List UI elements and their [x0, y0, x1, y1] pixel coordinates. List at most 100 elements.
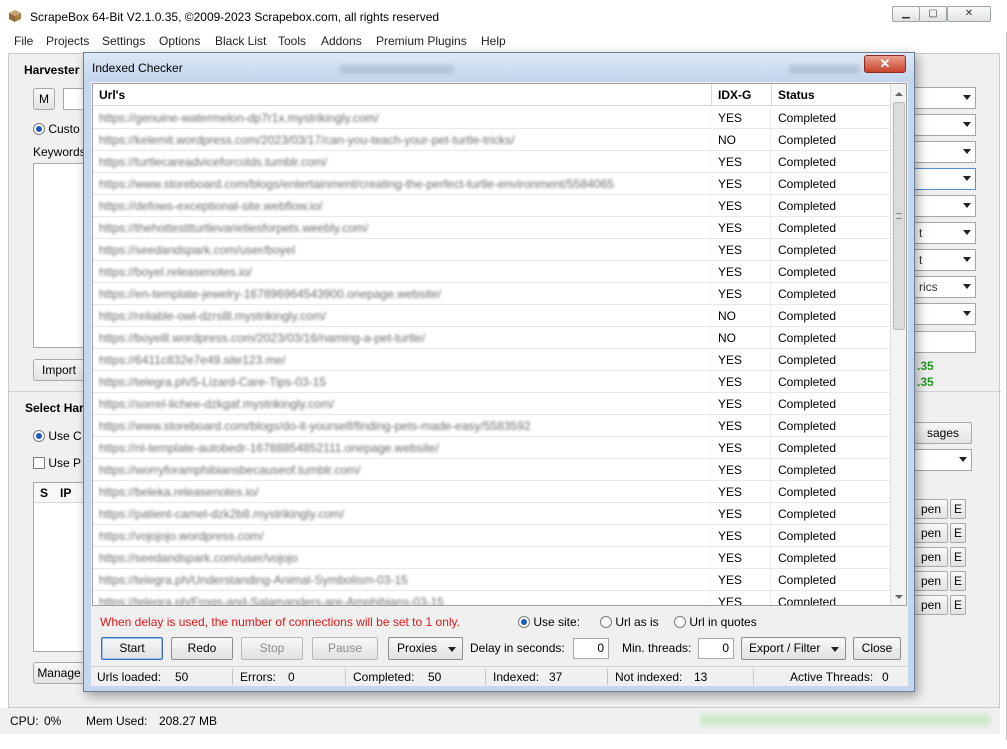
- m-button[interactable]: M: [33, 88, 55, 110]
- stop-button[interactable]: Stop: [241, 637, 303, 660]
- start-button[interactable]: Start: [101, 637, 163, 660]
- results-grid[interactable]: Url's IDX-G Status https://genuine-water…: [92, 83, 907, 606]
- table-row[interactable]: https://seedandspark.com/user/vojojo YES C…: [93, 547, 890, 569]
- column-header-url[interactable]: Url's: [93, 84, 712, 106]
- use-site-radio[interactable]: [518, 616, 530, 628]
- menu-black-list[interactable]: Black List: [215, 34, 266, 48]
- min-threads-input[interactable]: 0: [698, 638, 734, 659]
- table-row[interactable]: https://telegra.ph/5-Lizard-Care-Tips-03…: [93, 371, 890, 393]
- dialog-close-button[interactable]: ✕: [864, 55, 906, 73]
- table-row[interactable]: https://telegra.ph/Understanding-Animal-…: [93, 569, 890, 591]
- status-separator: [753, 669, 754, 685]
- open-button-1[interactable]: pen: [914, 499, 948, 519]
- table-row[interactable]: https://thehottesttturtlevarietiesforpet…: [93, 217, 890, 239]
- status-cell: Completed: [778, 485, 837, 499]
- use-p-checkbox-option[interactable]: Use P: [33, 456, 81, 470]
- use-site-option[interactable]: Use site:: [518, 615, 580, 629]
- right-dropdown-4[interactable]: [914, 168, 976, 190]
- table-row[interactable]: https://telegra.ph/Frogs-and-Salamanders…: [93, 591, 890, 605]
- status-cell: Completed: [778, 309, 837, 323]
- close-window-button[interactable]: ✕: [947, 6, 991, 22]
- url-cell: https://telegra.ph/Frogs-and-Salamanders…: [93, 591, 711, 605]
- url-as-is-option[interactable]: Url as is: [600, 615, 659, 629]
- table-row[interactable]: https://www.storeboard.com/blogs/enterta…: [93, 173, 890, 195]
- import-button[interactable]: Import: [33, 359, 85, 381]
- right-input[interactable]: [914, 331, 976, 353]
- table-row[interactable]: https://beleka.releasenotes.io/YES Comple…: [93, 481, 890, 503]
- pause-button[interactable]: Pause: [312, 637, 378, 660]
- minimize-button[interactable]: ▁: [892, 6, 920, 22]
- open-button-4[interactable]: pen: [914, 571, 948, 591]
- status-cell: Completed: [778, 111, 837, 125]
- scroll-thumb[interactable]: [893, 102, 905, 330]
- open-button-3[interactable]: pen: [914, 547, 948, 567]
- manage-button[interactable]: Manage: [33, 662, 85, 684]
- table-row[interactable]: https://boyel.releasenotes.io/YES Complet…: [93, 261, 890, 283]
- proxy-list[interactable]: S IP: [33, 482, 85, 652]
- use-p-checkbox[interactable]: [33, 457, 45, 469]
- table-row[interactable]: https://kelemit.wordpress.com/2023/03/17…: [93, 129, 890, 151]
- menu-file[interactable]: File: [14, 34, 33, 48]
- use-c-radio-option[interactable]: Use C: [33, 429, 82, 443]
- menu-options[interactable]: Options: [159, 34, 200, 48]
- open-button-2[interactable]: pen: [914, 523, 948, 543]
- e-button-2[interactable]: E: [950, 523, 966, 543]
- custom-radio[interactable]: [33, 123, 45, 135]
- table-row[interactable]: https://patient-camel-dzk2b8.mystrikingl…: [93, 503, 890, 525]
- proxies-dropdown-button[interactable]: Proxies: [388, 637, 463, 660]
- vertical-scrollbar[interactable]: [890, 84, 906, 605]
- table-row[interactable]: https://seedandspark.com/user/boyel YES Co…: [93, 239, 890, 261]
- e-button-1[interactable]: E: [950, 499, 966, 519]
- table-row[interactable]: https://reliable-owl-dzrs8l.mystrikingly…: [93, 305, 890, 327]
- scroll-up-icon[interactable]: [895, 92, 903, 96]
- menu-addons[interactable]: Addons: [321, 34, 362, 48]
- right-dropdown-10[interactable]: [914, 449, 972, 471]
- use-c-radio[interactable]: [33, 430, 45, 442]
- right-dropdown-5[interactable]: [914, 195, 976, 217]
- table-row[interactable]: https://nl-template-autobedr-16788854852…: [93, 437, 890, 459]
- delay-input[interactable]: 0: [573, 638, 609, 659]
- e-button-3[interactable]: E: [950, 547, 966, 567]
- right-dropdown-9[interactable]: [914, 303, 976, 325]
- custom-radio-option[interactable]: Custo: [33, 122, 80, 136]
- close-button[interactable]: Close: [853, 637, 901, 660]
- column-header-status[interactable]: Status: [772, 84, 906, 106]
- url-as-is-radio[interactable]: [600, 616, 612, 628]
- right-dropdown-6[interactable]: t: [914, 222, 976, 244]
- table-row[interactable]: https://www.storeboard.com/blogs/do-it-y…: [93, 415, 890, 437]
- e-button-4[interactable]: E: [950, 571, 966, 591]
- redo-button[interactable]: Redo: [171, 637, 233, 660]
- table-row[interactable]: https://turtlecareadviceforcolds.tumblr.…: [93, 151, 890, 173]
- right-dropdown-7[interactable]: t: [914, 249, 976, 271]
- keywords-textarea[interactable]: [33, 163, 85, 348]
- column-header-idx-g[interactable]: IDX-G: [712, 84, 772, 106]
- table-row[interactable]: https://genuine-watermelon-dp7r1x.mystri…: [93, 107, 890, 129]
- table-row[interactable]: https://sorrel-lichee-dzkgaf.mystrikingl…: [93, 393, 890, 415]
- table-row[interactable]: https://vojojojo.wordpress.com/YES Comple…: [93, 525, 890, 547]
- url-in-quotes-radio[interactable]: [674, 616, 686, 628]
- right-dropdown-8[interactable]: rics: [914, 276, 976, 298]
- url-in-quotes-option[interactable]: Url in quotes: [674, 615, 757, 629]
- chevron-down-icon: [831, 647, 839, 652]
- export-filter-dropdown-button[interactable]: Export / Filter: [741, 637, 846, 660]
- right-dropdown-3[interactable]: [914, 141, 976, 163]
- maximize-button[interactable]: ▢: [919, 6, 947, 22]
- status-cell: Completed: [778, 177, 837, 191]
- table-row[interactable]: https://worryforamphibiansbecauseof.tumb…: [93, 459, 890, 481]
- menu-projects[interactable]: Projects: [46, 34, 89, 48]
- menu-premium-plugins[interactable]: Premium Plugins: [376, 34, 467, 48]
- scroll-down-icon[interactable]: [895, 595, 903, 599]
- idx-g-cell: YES: [712, 525, 771, 547]
- menu-settings[interactable]: Settings: [102, 34, 145, 48]
- right-dropdown-2[interactable]: [914, 114, 976, 136]
- table-row[interactable]: https://defows-exceptional-site.webflow.…: [93, 195, 890, 217]
- messages-button[interactable]: sages: [914, 422, 972, 444]
- menu-help[interactable]: Help: [481, 34, 506, 48]
- e-button-5[interactable]: E: [950, 595, 966, 615]
- table-row[interactable]: https://6411c832e7e49.site123.me/YES Comp…: [93, 349, 890, 371]
- table-row[interactable]: https://boyelll.wordpress.com/2023/03/16…: [93, 327, 890, 349]
- menu-tools[interactable]: Tools: [278, 34, 306, 48]
- open-button-5[interactable]: pen: [914, 595, 948, 615]
- table-row[interactable]: https://en-template-jewelry-167896964543…: [93, 283, 890, 305]
- right-dropdown-1[interactable]: [914, 87, 976, 109]
